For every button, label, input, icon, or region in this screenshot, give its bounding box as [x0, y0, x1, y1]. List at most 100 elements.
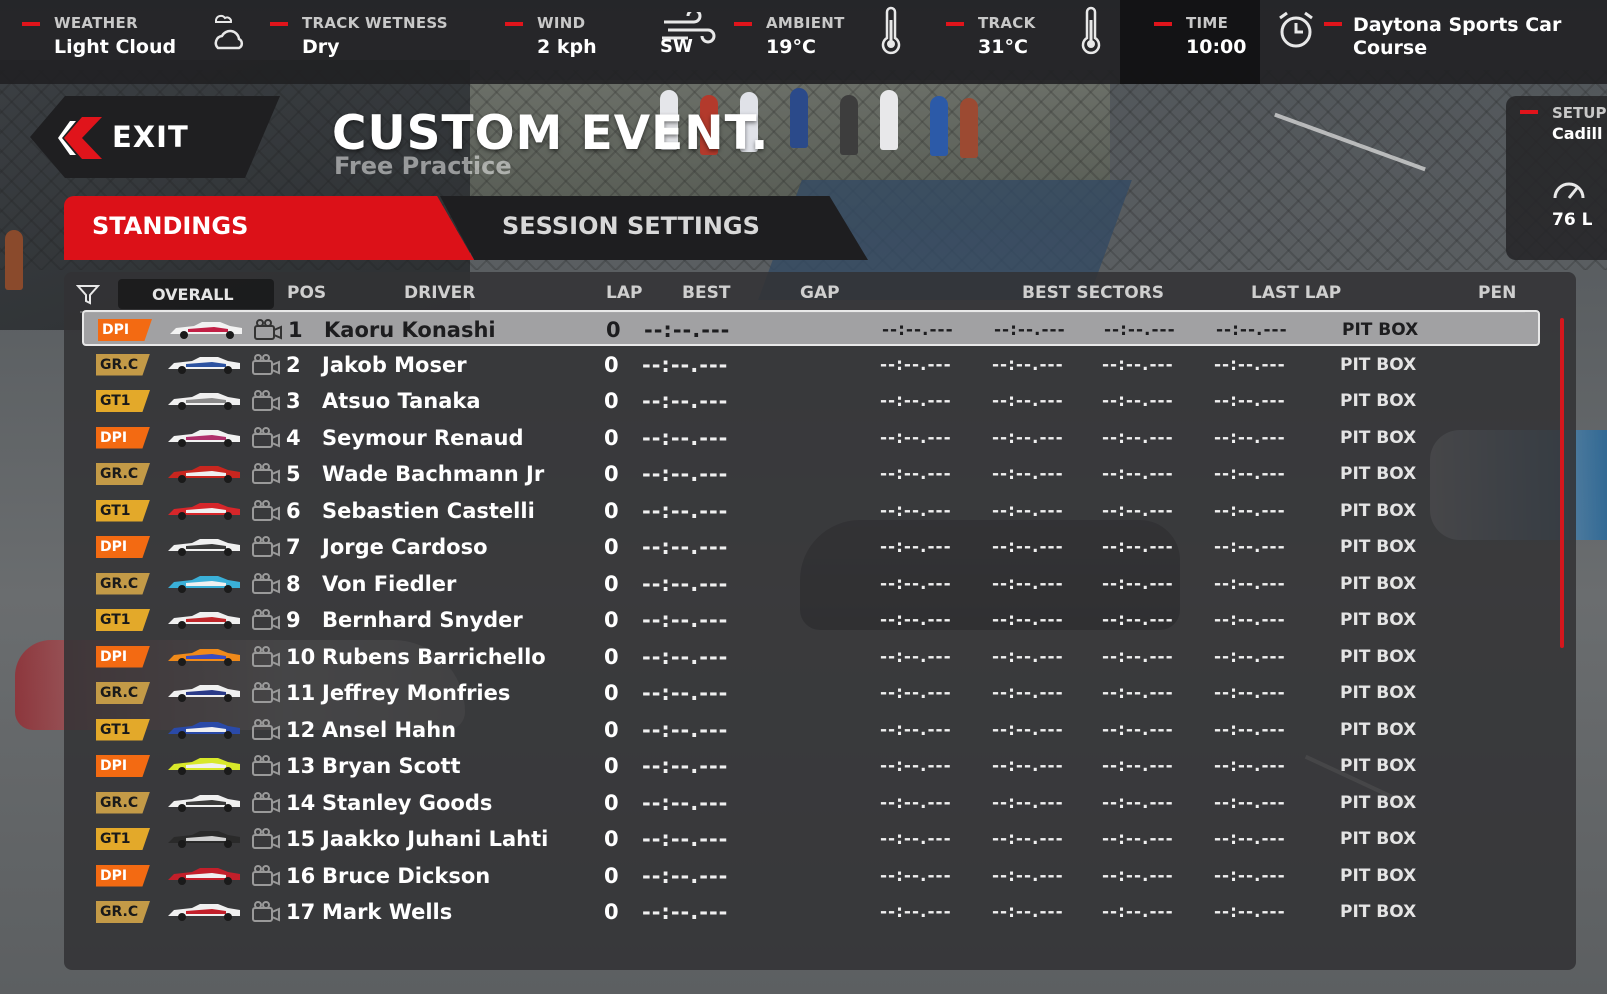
- best-sector-3: --:--.---: [1102, 573, 1174, 594]
- table-row[interactable]: GT1 9 Bernhard Snyder 0 --:--.--- --:--.--- --…: [82, 602, 1540, 638]
- driver-name: Jorge Cardoso: [322, 535, 488, 559]
- table-row[interactable]: DPI 4 Seymour Renaud 0 --:--.--- --:--.--- --:…: [82, 420, 1540, 456]
- table-row[interactable]: GR.C 14 Stanley Goods 0 --:--.--- --:--.--- --…: [82, 785, 1540, 821]
- setup-panel[interactable]: SETUP Cadill 76 L: [1506, 96, 1607, 260]
- penalty-status: PIT BOX: [1340, 354, 1417, 375]
- best-sector-3: --:--.---: [1102, 829, 1174, 849]
- camera-icon[interactable]: [252, 901, 280, 923]
- best-sector-3: --:--.---: [1102, 391, 1174, 411]
- camera-icon[interactable]: [252, 353, 280, 376]
- penalty-status: PIT BOX: [1340, 829, 1417, 849]
- car-livery-icon: [168, 831, 240, 848]
- position: 15: [286, 827, 316, 851]
- camera-icon[interactable]: [252, 609, 280, 631]
- spectator: [790, 88, 808, 148]
- best-lap-time: --:--.---: [642, 827, 729, 851]
- best-sector-1: --:--.---: [880, 573, 952, 594]
- best-lap-time: --:--.---: [642, 462, 729, 486]
- camera-icon[interactable]: [252, 864, 280, 887]
- table-row[interactable]: GR.C 2 Jakob Moser 0 --:--.--- --:--.--- --:--…: [82, 347, 1540, 383]
- best-sector-1: --:--.---: [880, 537, 952, 557]
- best-sector-1: --:--.---: [880, 354, 952, 375]
- header-lap[interactable]: LAP: [606, 283, 642, 303]
- exit-label[interactable]: EXIT: [112, 120, 189, 154]
- header-pos[interactable]: POS: [287, 283, 326, 303]
- best-sector-1: --:--.---: [880, 427, 952, 448]
- car-livery-icon: [168, 612, 240, 629]
- tab-session-settings-label: SESSION SETTINGS: [502, 212, 760, 240]
- driver-name: Jakob Moser: [322, 352, 467, 377]
- best-lap-time: --:--.---: [644, 318, 731, 342]
- table-row[interactable]: DPI 16 Bruce Dickson 0 --:--.--- --:--.--- --:…: [82, 858, 1540, 894]
- table-row[interactable]: GT1 6 Sebastien Castelli 0 --:--.--- --:--.--…: [82, 493, 1540, 529]
- wind-label: WIND: [537, 14, 586, 32]
- scrollbar[interactable]: [1560, 318, 1564, 648]
- position: 12: [286, 717, 316, 742]
- table-row[interactable]: GT1 15 Jaakko Juhani Lahti 0 --:--.--- --:--.…: [82, 821, 1540, 857]
- driver-name: Bernhard Snyder: [322, 608, 523, 632]
- header-last-lap[interactable]: LAST LAP: [1251, 283, 1341, 303]
- camera-icon[interactable]: [252, 718, 280, 741]
- camera-icon[interactable]: [252, 755, 280, 777]
- best-lap-time: --:--.---: [642, 352, 729, 377]
- best-sector-2: --:--.---: [992, 865, 1064, 886]
- last-lap-time: --:--.---: [1214, 500, 1286, 521]
- camera-icon[interactable]: [252, 791, 280, 814]
- header-gap[interactable]: GAP: [800, 283, 840, 303]
- red-dash: [1324, 22, 1342, 26]
- table-row[interactable]: GR.C 17 Mark Wells 0 --:--.--- --:--.--- --:--…: [82, 894, 1540, 930]
- spectator: [840, 95, 858, 155]
- header-best[interactable]: BEST: [682, 283, 730, 303]
- back-chevron-icon[interactable]: [58, 117, 102, 159]
- penalty-status: PIT BOX: [1340, 500, 1417, 521]
- class-badge: GR.C: [96, 901, 150, 923]
- best-sector-3: --:--.---: [1102, 756, 1174, 776]
- lap-count: 0: [604, 571, 619, 596]
- driver-name: Atsuo Tanaka: [322, 389, 481, 413]
- penalty-status: PIT BOX: [1340, 646, 1417, 667]
- driver-name: Jaakko Juhani Lahti: [322, 827, 549, 851]
- tab-standings[interactable]: STANDINGS: [64, 196, 474, 260]
- last-lap-time: --:--.---: [1214, 792, 1286, 813]
- session-info-bar: WEATHER Light Cloud TRACK WETNESS Dry WI…: [0, 0, 1607, 84]
- camera-icon[interactable]: [252, 499, 280, 522]
- class-badge: GT1: [96, 718, 150, 741]
- tab-session-settings[interactable]: SESSION SETTINGS: [440, 196, 868, 260]
- table-row[interactable]: DPI 7 Jorge Cardoso 0 --:--.--- --:--.--- --:-…: [82, 529, 1540, 565]
- camera-icon[interactable]: [252, 463, 280, 485]
- table-row[interactable]: DPI 13 Bryan Scott 0 --:--.--- --:--.--- --:--…: [82, 748, 1540, 784]
- table-row[interactable]: GR.C 5 Wade Bachmann Jr 0 --:--.--- --:--.---…: [82, 456, 1540, 492]
- lap-count: 0: [604, 462, 619, 486]
- table-row[interactable]: DPI 1 Kaoru Konashi 0 --:--.--- --:--.--- --:-…: [82, 310, 1540, 346]
- lap-count: 0: [604, 352, 619, 377]
- last-lap-time: --:--.---: [1214, 610, 1286, 630]
- best-sector-3: --:--.---: [1104, 320, 1176, 340]
- table-row[interactable]: GT1 12 Ansel Hahn 0 --:--.--- --:--.--- --:--.…: [82, 712, 1540, 748]
- camera-icon[interactable]: [252, 828, 280, 850]
- driver-name: Ansel Hahn: [322, 717, 457, 742]
- camera-icon[interactable]: [252, 645, 280, 668]
- camera-icon[interactable]: [252, 536, 280, 558]
- header-pen[interactable]: PEN: [1478, 283, 1516, 303]
- best-lap-time: --:--.---: [642, 900, 729, 924]
- best-sector-1: --:--.---: [880, 646, 952, 667]
- table-row[interactable]: GR.C 11 Jeffrey Monfries 0 --:--.--- --:--.--…: [82, 675, 1540, 711]
- lap-count: 0: [606, 318, 621, 342]
- setup-value: Cadill: [1552, 124, 1603, 143]
- camera-icon[interactable]: [252, 682, 280, 704]
- table-row[interactable]: GR.C 8 Von Fiedler 0 --:--.--- --:--.--- --:--…: [82, 566, 1540, 602]
- table-row[interactable]: DPI 10 Rubens Barrichello 0 --:--.--- --:--.-…: [82, 639, 1540, 675]
- lap-count: 0: [604, 535, 619, 559]
- header-best-sectors[interactable]: BEST SECTORS: [1022, 283, 1164, 303]
- table-row[interactable]: GT1 3 Atsuo Tanaka 0 --:--.--- --:--.--- --:--…: [82, 383, 1540, 419]
- lap-count: 0: [604, 717, 619, 742]
- camera-icon[interactable]: [252, 426, 280, 449]
- camera-icon[interactable]: [252, 572, 280, 595]
- tab-standings-label: STANDINGS: [92, 212, 249, 240]
- best-sector-2: --:--.---: [992, 354, 1064, 375]
- last-lap-time: --:--.---: [1214, 719, 1286, 740]
- camera-icon[interactable]: [252, 390, 280, 412]
- header-driver[interactable]: DRIVER: [404, 283, 475, 303]
- camera-icon[interactable]: [254, 319, 282, 341]
- penalty-status: PIT BOX: [1340, 792, 1417, 813]
